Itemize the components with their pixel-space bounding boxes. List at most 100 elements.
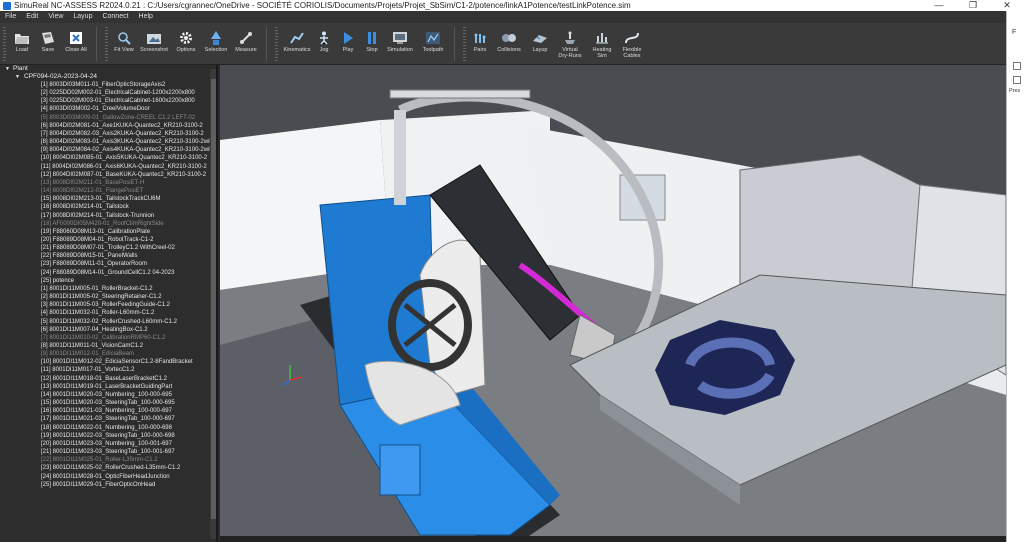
tree-item[interactable]: [4] 8001DI11M032-01_Roller-L60mm-C1.2 [0,309,216,317]
menu-help[interactable]: Help [134,11,158,23]
options-button[interactable]: Options [171,23,201,53]
tree-item[interactable]: [25] 8001DI11M029-01_FiberOpticOnHead [0,481,216,489]
layup-button[interactable]: Layup [527,23,553,53]
kinematics-icon [290,32,304,44]
tree-item[interactable]: [9] 8004DI02M084-02_Axis4KUKA-Quantec2_K… [0,146,216,154]
menu-edit[interactable]: Edit [21,11,43,23]
toolbar-grip[interactable] [463,27,466,61]
flexible-cables-button[interactable]: Flexible Cables [617,23,647,59]
3d-viewport[interactable] [220,65,1006,542]
tree-root[interactable]: ▼ Plant [0,65,216,72]
fit-view-button[interactable]: Fit View [111,23,137,53]
tree-item[interactable]: [8] 8001DI11M011-01_VisionCamC1.2 [0,342,216,350]
tree-item[interactable]: [24] F88089D08M14-01_GroundCellC1.2 04-2… [0,269,216,277]
tree-item[interactable]: [17] 8008DI02M214-01_Tailstock-Trunnion [0,212,216,220]
kinematics-button[interactable]: Kinematics [281,23,313,53]
toolbar-grip[interactable] [3,27,6,61]
heating-sim-button[interactable]: Heating Sim [587,23,617,59]
tree-item[interactable]: [1] 8003DI03M011-01_FiberOpticStorageAxi… [0,81,216,89]
tree-item[interactable]: [25] potence [0,277,216,285]
tree-item[interactable]: [24] 8001DI11M028-01_OpticFiberHeadJunct… [0,473,216,481]
measure-button[interactable]: Measure [231,23,261,53]
tree-item[interactable]: [19] 8001DI11M022-03_SteeringTab_100-000… [0,432,216,440]
tree-item[interactable]: [6] 8004DI02M081-01_Axe1KUKA-Quantec2_KR… [0,122,216,130]
tree-item[interactable]: [13] 8008DI02M211-01_BasePosiET-H [0,179,216,187]
tree-item[interactable]: [18] AF0000DI05M420-01_RoofClimRightSide [0,220,216,228]
app-icon [3,1,11,10]
collapse-arrow-icon[interactable]: ▼ [5,66,13,73]
toolpath-button[interactable]: Toolpath [417,23,449,53]
tree-item[interactable]: [22] F88089D08M15-01_PanelWalls [0,252,216,260]
tree-item[interactable]: [23] F88089D08M11-01_OperatorRoom [0,260,216,268]
collisions-button[interactable]: Collisions [491,23,527,53]
tree-item[interactable]: [20] 8001DI11M023-03_Numbering_100-001-6… [0,440,216,448]
selection-button[interactable]: Selection [201,23,231,53]
jog-icon [320,31,328,45]
tree-item[interactable]: [5] 8003DI03M009-01_GallowZone-CREEL C1.… [0,114,216,122]
minimize-icon[interactable]: — [922,0,956,11]
tree-item[interactable]: [16] 8008DI02M214-01_Tailstock [0,203,216,211]
jog-button[interactable]: Jog [313,23,335,53]
tree-item[interactable]: [2] 0225DD02M002-01_ElectricalCabinet-12… [0,89,216,97]
menu-view[interactable]: View [43,11,68,23]
tree-item[interactable]: [1] 8001DI11M005-01_RollerBracket-C1.2 [0,285,216,293]
tree-item[interactable]: [5] 8001DI11M032-02_RollerCrushed-L60mm-… [0,318,216,326]
close-all-button[interactable]: Close All [61,23,91,53]
simulation-button[interactable]: Simulation [383,23,417,53]
tree-item[interactable]: [4] 8003DI03M002-01_CreelVolumeDoor [0,105,216,113]
tree-item[interactable]: [10] 8001DI11M012-02_EdiciaSensorC1.2-8F… [0,358,216,366]
virtual-dry-runs-button[interactable]: Virtual Dry-Runs [553,23,587,59]
tree-item[interactable]: [20] F88089D08M04-01_RobotTrack-C1-2 [0,236,216,244]
play-button[interactable]: Play [335,23,361,53]
toolbar-grip[interactable] [105,27,108,61]
tree-item[interactable]: [17] 8001DI11M021-03_SteeringTab_100-000… [0,415,216,423]
tree-item[interactable]: [14] 8001DI11M020-03_Numbering_100-000-6… [0,391,216,399]
tree-item[interactable]: [6] 8001DI11M007-04_HeatingBox-C1.2 [0,326,216,334]
tree-item[interactable]: [13] 8001DI11M019-01_LaserBracketGuiding… [0,383,216,391]
tree-item[interactable]: [19] F88060D08M13-01_CalibrationPlate [0,228,216,236]
tree-item[interactable]: [21] 8001DI11M023-03_SteeringTab_100-001… [0,448,216,456]
tree-item[interactable]: [2] 8001DI11M005-02_SteeringRetainer-C1.… [0,293,216,301]
tree-item[interactable]: [11] 8004DI02M086-01_Axis6KUKA-Quantec2_… [0,163,216,171]
tree-item[interactable]: [23] 8001DI11M025-02_RollerCrushed-L35mm… [0,464,216,472]
tree-item[interactable]: [8] 8004DI02M083-01_Axis3KUKA-Quantec2_K… [0,138,216,146]
checkbox[interactable] [1013,62,1021,70]
dry-run-icon [565,31,575,44]
save-button[interactable]: Save [35,23,61,53]
right-panel: F Pres [1006,11,1024,542]
tree-item[interactable]: [16] 8001DI11M021-03_Numbering_100-000-6… [0,407,216,415]
checkbox[interactable] [1013,76,1021,84]
screenshot-icon [147,33,161,44]
maximize-icon[interactable]: ❐ [956,0,990,11]
window-title: SimuReal NC-ASSESS R2024.0.21 : C:/Users… [14,1,631,10]
stop-button[interactable]: Stop [361,23,383,53]
tree-project-node[interactable]: ▼ CPF094-02A-2023-04-24 [0,72,216,81]
tree-item[interactable]: [3] 0225DD02M003-01_ElectricalCabinet-16… [0,97,216,105]
tree-item[interactable]: [10] 8004DI02M085-01_Axis5KUKA-Quantec2_… [0,154,216,162]
tree-scrollbar[interactable] [210,69,216,539]
toolbar-grip[interactable] [275,27,278,61]
tree-item[interactable]: [14] 8008DI02M212-01_FlangePosiET [0,187,216,195]
tree-item[interactable]: [11] 8001DI11M017-01_VortecC1.2 [0,366,216,374]
menu-layup[interactable]: Layup [68,11,97,23]
pairs-icon [474,33,486,43]
tree-item[interactable]: [7] 8001DI11M010-02_CalibrationRMP60-C1.… [0,334,216,342]
pairs-button[interactable]: Pairs [469,23,491,53]
load-button[interactable]: Load [9,23,35,53]
tree-item[interactable]: [9] 8001DI11M012-01_EdiciaBeam [0,350,216,358]
scrollbar-thumb[interactable] [211,79,216,519]
tree-item[interactable]: [15] 8001DI11M020-03_SteeringTab_100-000… [0,399,216,407]
tree-item[interactable]: [22] 8001DI11M025-01_Roller-L35mm-C1.2 [0,456,216,464]
tree-item[interactable]: [3] 8001DI11M005-03_RollerFeedingGuide-C… [0,301,216,309]
screenshot-button[interactable]: Screenshot [137,23,171,53]
tree-item[interactable]: [21] F88089D08M07-01_TrolleyC1.2 WithCre… [0,244,216,252]
tree-item[interactable]: [12] 8004DI02M087-01_BaseKUKA-Quantec2_K… [0,171,216,179]
menu-connect[interactable]: Connect [97,11,133,23]
close-icon[interactable]: ✕ [990,0,1024,11]
tree-item[interactable]: [7] 8004DI02M082-03_Axis2KUKA-Quantec2_K… [0,130,216,138]
tree-item[interactable]: [15] 8008DI02M213-01_TailstockTrackCU6M [0,195,216,203]
tree-item[interactable]: [12] 8001DI11M018-01_BaseLaserBracketC1.… [0,375,216,383]
menu-file[interactable]: File [0,11,21,23]
tree-item[interactable]: [18] 8001DI11M022-01_Numbering_100-000-6… [0,424,216,432]
collapse-arrow-icon[interactable]: ▼ [15,73,24,82]
